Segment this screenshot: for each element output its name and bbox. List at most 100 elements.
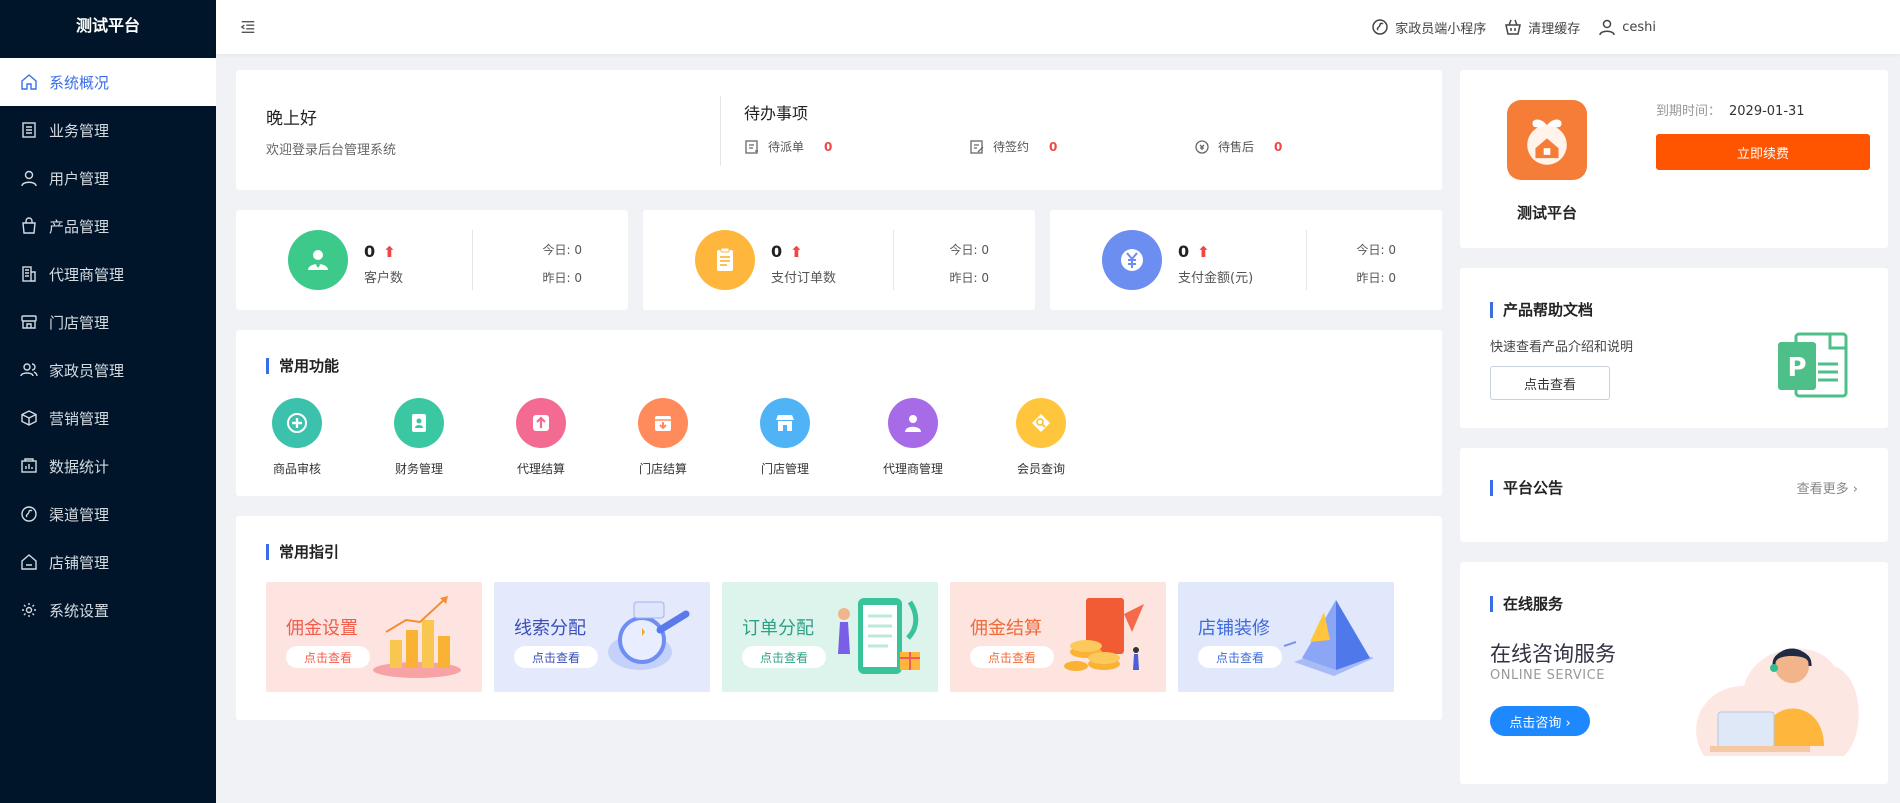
plus-circle-icon [272, 398, 322, 448]
dispatch-icon [745, 139, 758, 154]
todo-label: 待派单 [768, 140, 805, 154]
sidebar-item-stores[interactable]: 门店管理 [0, 298, 216, 346]
todo-item-dispatch[interactable]: 待派单 0 [744, 138, 969, 155]
guide-lead-allocation[interactable]: 线索分配 点击查看 [494, 582, 710, 692]
sidebar-item-housekeepers[interactable]: 家政员管理 [0, 346, 216, 394]
shop-icon [20, 553, 38, 571]
aftersale-icon [1195, 139, 1209, 154]
guide-view-button[interactable]: 点击查看 [742, 646, 827, 668]
func-finance[interactable]: 财务管理 [374, 398, 464, 477]
divider [472, 230, 473, 290]
todo-count: 0 [824, 139, 833, 154]
todo-count: 0 [1274, 139, 1283, 154]
sidebar-item-label: 用户管理 [49, 169, 110, 188]
section-title: 产品帮助文档 [1490, 302, 1593, 318]
guide-view-button[interactable]: 点击查看 [286, 646, 371, 668]
func-agent-management[interactable]: 代理商管理 [868, 398, 958, 477]
sidebar-item-marketing[interactable]: 营销管理 [0, 394, 216, 442]
building-icon [20, 265, 38, 283]
sidebar-item-label: 系统设置 [49, 601, 110, 620]
app-title: 测试平台 [75, 16, 140, 35]
func-member-query[interactable]: 会员查询 [996, 398, 1086, 477]
greeting: 晚上好 [266, 109, 317, 129]
stat-label: 支付金额(元) [1178, 271, 1254, 286]
list-icon [20, 121, 38, 139]
sidebar-item-products[interactable]: 产品管理 [0, 202, 216, 250]
todo-item-sign[interactable]: 待签约 0 [969, 138, 1194, 155]
store-icon [760, 398, 810, 448]
store-icon [20, 313, 38, 331]
todo-count: 0 [1049, 139, 1058, 154]
common-guides-card: 常用指引 佣金设置 点击查看 线索分配 点击查看 订单分配 点击查看 佣金结算 … [236, 516, 1442, 720]
func-agent-settlement[interactable]: 代理结算 [496, 398, 586, 477]
svg-text:P: P [1787, 353, 1806, 383]
service-headline: 在线咨询服务 [1490, 642, 1616, 666]
help-view-button[interactable]: 点击查看 [1490, 366, 1610, 400]
section-title: 常用指引 [266, 544, 339, 560]
stat-main: 0 ⬆ 客户数 [364, 242, 403, 286]
sidebar-item-settings[interactable]: 系统设置 [0, 586, 216, 634]
channel-icon [20, 505, 38, 523]
platform-logo [1507, 100, 1587, 180]
stat-card-amount: 0 ⬆ 支付金额(元) 今日: 0 昨日: 0 [1050, 210, 1442, 310]
username: ceshi [1622, 19, 1656, 35]
customer-service-illustration [1696, 648, 1859, 756]
stat-today: 今日: 0 [542, 243, 583, 257]
guide-title: 佣金结算 [970, 618, 1042, 639]
guide-title: 佣金设置 [286, 618, 358, 639]
section-title: 平台公告 [1490, 480, 1563, 496]
todo-item-aftersale[interactable]: 待售后 0 [1194, 138, 1419, 155]
welcome-card: 晚上好 欢迎登录后台管理系统 待办事项 待派单 0 待签约 0 待售后 0 [236, 70, 1442, 190]
sidebar-item-label: 店铺管理 [49, 553, 110, 572]
mini-program-link[interactable]: 家政员端小程序 [1371, 18, 1486, 37]
consult-label: 点击咨询 [1509, 715, 1562, 731]
clear-cache-label: 清理缓存 [1528, 21, 1581, 37]
section-title: 常用功能 [266, 358, 339, 374]
guide-shop-decoration[interactable]: 店铺装修 点击查看 [1178, 582, 1394, 692]
section-title: 在线服务 [1490, 596, 1563, 612]
red-envelope-coins-illustration [1064, 598, 1144, 671]
guide-view-button[interactable]: 点击查看 [514, 646, 599, 668]
sidebar-item-business[interactable]: 业务管理 [0, 106, 216, 154]
basket-icon [1505, 19, 1522, 35]
view-more-link[interactable]: 查看更多 › [1797, 478, 1858, 497]
menu-collapse-icon[interactable] [240, 18, 258, 36]
renew-button[interactable]: 立即续费 [1656, 134, 1870, 170]
sidebar-item-statistics[interactable]: 数据统计 [0, 442, 216, 490]
stat-value: 0 [364, 242, 376, 261]
user-menu[interactable]: ceshi [1598, 18, 1656, 36]
guide-order-allocation[interactable]: 订单分配 点击查看 [722, 582, 938, 692]
header-actions: 家政员端小程序 清理缓存 ceshi [1371, 18, 1656, 37]
sidebar-item-label: 家政员管理 [49, 361, 125, 380]
guide-commission-settlement[interactable]: 佣金结算 点击查看 [950, 582, 1166, 692]
sidebar-item-channels[interactable]: 渠道管理 [0, 490, 216, 538]
sidebar-item-overview[interactable]: 系统概况 [0, 58, 216, 106]
sidebar-item-agents[interactable]: 代理商管理 [0, 250, 216, 298]
clear-cache-button[interactable]: 清理缓存 [1504, 18, 1580, 37]
clipboard-icon [695, 230, 755, 290]
sidebar-item-label: 渠道管理 [49, 505, 110, 524]
user-icon [20, 169, 38, 187]
guide-commission-setting[interactable]: 佣金设置 点击查看 [266, 582, 482, 692]
func-product-review[interactable]: 商品审核 [252, 398, 342, 477]
sidebar-item-shops[interactable]: 店铺管理 [0, 538, 216, 586]
users-icon [20, 361, 38, 379]
user-icon [1599, 19, 1615, 36]
divider [893, 230, 894, 290]
sidebar-item-users[interactable]: 用户管理 [0, 154, 216, 202]
sidebar-item-label: 数据统计 [49, 457, 110, 476]
stat-main: 0 ⬆ 支付订单数 [771, 242, 836, 286]
func-store-management[interactable]: 门店管理 [740, 398, 830, 477]
sidebar-item-label: 产品管理 [49, 217, 110, 236]
guide-view-button[interactable]: 点击查看 [1198, 646, 1283, 668]
cube-icon [20, 409, 38, 427]
mini-program-icon [1372, 19, 1388, 35]
func-store-settlement[interactable]: 门店结算 [618, 398, 708, 477]
gear-icon [20, 601, 38, 619]
platform-name: 测试平台 [1516, 204, 1577, 222]
stat-yesterday: 昨日: 0 [542, 271, 583, 285]
stat-card-orders: 0 ⬆ 支付订单数 今日: 0 昨日: 0 [643, 210, 1035, 310]
expire-date: 2029-01-31 [1729, 104, 1805, 119]
guide-view-button[interactable]: 点击查看 [970, 646, 1055, 668]
consult-button[interactable]: 点击咨询 › [1490, 706, 1590, 736]
